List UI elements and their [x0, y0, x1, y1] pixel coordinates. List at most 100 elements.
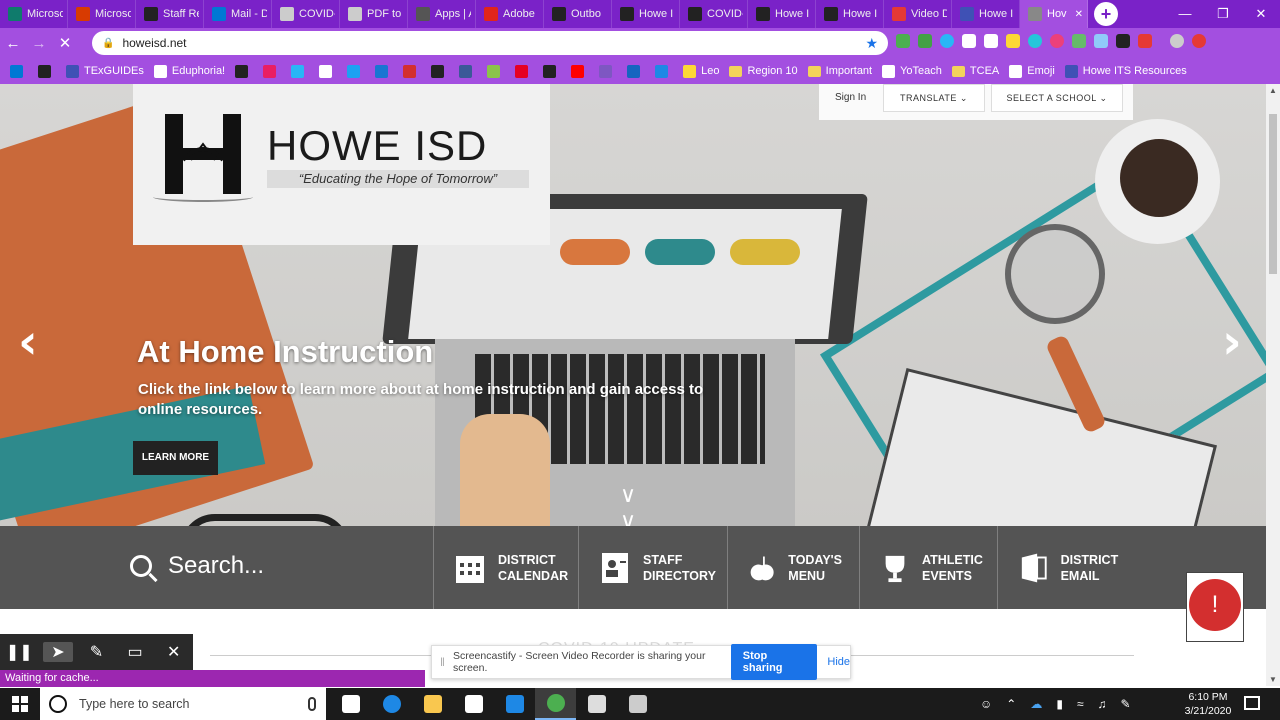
- bookmark-item[interactable]: [347, 64, 365, 78]
- browser-tab[interactable]: Howe I: [952, 0, 1020, 28]
- taskbar-app-file-explorer[interactable]: [412, 688, 453, 720]
- show-hidden-icons[interactable]: ⌃: [1006, 697, 1016, 711]
- bookmark-item[interactable]: TExGUIDEs: [66, 64, 144, 78]
- browser-tab[interactable]: Howe I: [612, 0, 680, 28]
- taskbar-app-chrome[interactable]: [535, 688, 576, 720]
- extension-icon[interactable]: [1006, 34, 1020, 48]
- pen-workspace-icon[interactable]: ✎: [1121, 697, 1131, 711]
- microphone-icon[interactable]: [308, 697, 316, 711]
- browser-tab[interactable]: COVID-: [680, 0, 748, 28]
- bookmark-item[interactable]: [10, 64, 28, 78]
- address-bar[interactable]: 🔒 howeisd.net ★: [92, 31, 888, 55]
- forward-icon[interactable]: →: [26, 35, 52, 52]
- back-icon[interactable]: ←: [0, 35, 26, 52]
- extension-icon[interactable]: [962, 34, 976, 48]
- lock-icon[interactable]: 🔒: [102, 38, 114, 49]
- bookmark-item[interactable]: [627, 64, 645, 78]
- update-icon[interactable]: [1192, 34, 1206, 48]
- district-logo[interactable]: HOWE ISD “Educating the Hope of Tomorrow…: [133, 84, 550, 245]
- quick-link[interactable]: TODAY'S MENU: [727, 526, 859, 609]
- browser-tab[interactable]: PDF to: [340, 0, 408, 28]
- taskbar-app-mail[interactable]: [494, 688, 535, 720]
- bookmark-item[interactable]: [571, 64, 589, 78]
- site-search[interactable]: Search...: [130, 552, 264, 580]
- bookmark-item[interactable]: [375, 64, 393, 78]
- search-input[interactable]: Search...: [168, 552, 264, 580]
- select-school-button[interactable]: SELECT A SCHOOL ⌄: [991, 84, 1123, 112]
- extension-icon[interactable]: [918, 34, 932, 48]
- extension-icon[interactable]: [984, 34, 998, 48]
- bookmark-item[interactable]: [291, 64, 309, 78]
- maximize-icon[interactable]: ❐: [1204, 0, 1242, 28]
- translate-button[interactable]: TRANSLATE ⌄: [883, 84, 985, 112]
- taskbar-app-edge[interactable]: [371, 688, 412, 720]
- profile-avatar[interactable]: [1170, 34, 1184, 48]
- browser-tab[interactable]: Hov ✕: [1020, 0, 1088, 28]
- carousel-prev-icon[interactable]: ‹: [18, 314, 38, 370]
- hide-button[interactable]: Hide: [827, 656, 850, 668]
- quick-link[interactable]: STAFF DIRECTORY: [578, 526, 727, 609]
- bookmark-item[interactable]: [515, 64, 533, 78]
- cursor-icon[interactable]: ➤: [42, 642, 73, 662]
- people-icon[interactable]: ☺: [980, 697, 992, 711]
- bookmark-item[interactable]: Region 10: [729, 65, 798, 77]
- bookmark-item[interactable]: [403, 64, 421, 78]
- bookmark-item[interactable]: [235, 64, 253, 78]
- browser-tab[interactable]: Staff Re: [136, 0, 204, 28]
- volume-icon[interactable]: ♫: [1098, 697, 1107, 711]
- bookmark-item[interactable]: [431, 64, 449, 78]
- stop-sharing-button[interactable]: Stop sharing: [730, 644, 818, 680]
- browser-tab[interactable]: Video D: [884, 0, 952, 28]
- bookmark-star-icon[interactable]: ★: [865, 35, 878, 52]
- quick-link[interactable]: ATHLETIC EVENTS: [859, 526, 997, 609]
- start-button[interactable]: [0, 688, 40, 720]
- quick-link[interactable]: DISTRICT EMAIL: [997, 526, 1137, 609]
- browser-tab[interactable]: Adobe: [476, 0, 544, 28]
- alert-button[interactable]: !: [1186, 572, 1244, 642]
- bookmark-item[interactable]: [543, 64, 561, 78]
- taskbar-app-snip[interactable]: [617, 688, 658, 720]
- extension-icon[interactable]: [1138, 34, 1152, 48]
- battery-icon[interactable]: ▮: [1056, 697, 1063, 711]
- bookmark-item[interactable]: Eduphoria!: [153, 64, 225, 78]
- browser-tab[interactable]: Howe I: [748, 0, 816, 28]
- bookmark-item[interactable]: [319, 64, 337, 78]
- bookmark-item[interactable]: [487, 64, 505, 78]
- close-icon[interactable]: ✕: [1242, 0, 1280, 28]
- taskbar-app-task-view[interactable]: [330, 688, 371, 720]
- extension-icon[interactable]: [896, 34, 910, 48]
- scrollbar-thumb[interactable]: [1269, 114, 1277, 274]
- bookmark-item[interactable]: Howe ITS Resources: [1064, 64, 1187, 78]
- bookmark-item[interactable]: Leo: [683, 64, 719, 78]
- browser-tab[interactable]: Microso: [0, 0, 68, 28]
- drag-handle-icon[interactable]: ‖: [440, 655, 445, 669]
- browser-tab[interactable]: Microso: [68, 0, 136, 28]
- extension-icon[interactable]: [1050, 34, 1064, 48]
- eraser-icon[interactable]: ▭: [120, 642, 150, 662]
- taskbar-app-calculator[interactable]: [576, 688, 617, 720]
- browser-tab[interactable]: Mail - D: [204, 0, 272, 28]
- scroll-down-arrow-icon[interactable]: ▼: [1269, 675, 1277, 684]
- extension-icon[interactable]: [1072, 34, 1086, 48]
- learn-more-button[interactable]: LEARN MORE: [133, 441, 218, 475]
- sign-in-link[interactable]: Sign In: [835, 92, 866, 103]
- close-icon[interactable]: ✕: [159, 642, 189, 662]
- wifi-icon[interactable]: ≈: [1077, 697, 1084, 711]
- onedrive-icon[interactable]: ☁: [1030, 697, 1042, 711]
- extension-icon[interactable]: [940, 34, 954, 48]
- minimize-icon[interactable]: —: [1166, 0, 1204, 28]
- extension-icon[interactable]: [1116, 34, 1130, 48]
- browser-tab[interactable]: COVID-: [272, 0, 340, 28]
- system-clock[interactable]: 6:10 PM 3/21/2020: [1178, 688, 1238, 720]
- action-center-icon[interactable]: [1244, 696, 1260, 710]
- stop-loading-icon[interactable]: ✕: [52, 34, 78, 52]
- bookmark-item[interactable]: Emoji: [1009, 64, 1055, 78]
- bookmark-item[interactable]: YoTeach: [882, 64, 942, 78]
- bookmark-item[interactable]: TCEA: [951, 65, 999, 77]
- page-scrollbar[interactable]: ▲ ▼: [1266, 84, 1280, 686]
- bookmark-item[interactable]: [459, 64, 477, 78]
- quick-link[interactable]: DISTRICT CALENDAR: [433, 526, 578, 609]
- bookmark-item[interactable]: Important: [807, 65, 872, 77]
- bookmark-item[interactable]: [655, 64, 673, 78]
- new-tab-button[interactable]: +: [1094, 2, 1118, 26]
